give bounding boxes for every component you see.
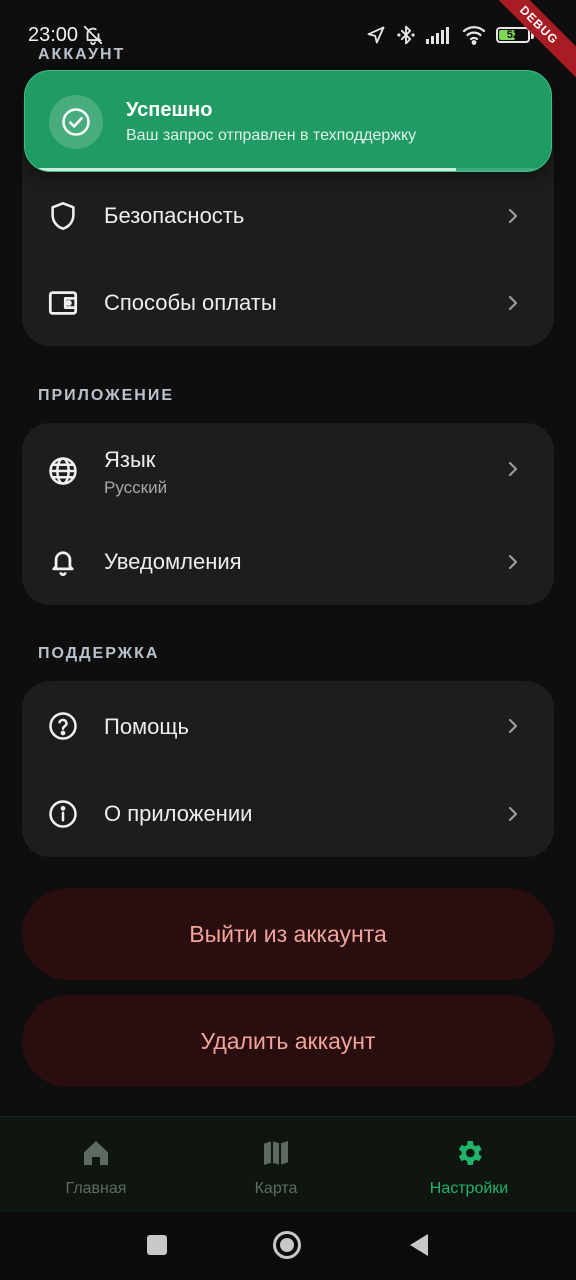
settings-item-label: Язык — [104, 447, 156, 472]
settings-item-label: Способы оплаты — [104, 290, 277, 315]
map-icon — [264, 1141, 288, 1165]
battery-level: 52 — [506, 29, 520, 41]
battery-icon: 52 — [496, 27, 530, 43]
home-icon — [84, 1141, 108, 1165]
shield-icon — [46, 199, 80, 233]
toast-progress-bar — [25, 168, 457, 171]
settings-item-value: Русский — [104, 478, 168, 497]
navigation-icon — [367, 26, 385, 44]
nav-label: Настройки — [429, 1180, 509, 1197]
support-card: Помощь О приложении — [22, 681, 554, 857]
wifi-icon — [462, 26, 486, 45]
section-label-account: АККАУНТ — [38, 46, 126, 63]
nav-item-settings[interactable]: Настройки — [373, 1117, 565, 1213]
globe-icon — [46, 454, 80, 488]
system-navigation-bar — [0, 1212, 576, 1280]
chevron-right-icon — [508, 719, 518, 733]
settings-item-help[interactable]: Помощь — [22, 681, 554, 771]
status-time: 23:00 — [28, 24, 79, 46]
logout-button[interactable]: Выйти из аккаунта — [22, 888, 554, 980]
bottom-navigation: Главная Карта Настройки — [0, 1116, 576, 1212]
recents-icon[interactable] — [146, 1234, 168, 1256]
info-icon — [46, 797, 80, 831]
settings-item-notifications[interactable]: Уведомления — [22, 519, 554, 605]
wallet-icon — [46, 286, 80, 320]
nav-item-home[interactable]: Главная — [0, 1117, 192, 1213]
delete-account-button[interactable]: Удалить аккаунт — [22, 995, 554, 1087]
status-icons: 52 — [366, 24, 534, 46]
back-icon[interactable] — [408, 1233, 430, 1257]
home-circle-icon[interactable] — [272, 1230, 302, 1260]
help-circle-icon — [46, 709, 80, 743]
bluetooth-icon — [397, 25, 415, 45]
settings-item-security[interactable]: Безопасность — [22, 172, 554, 260]
toast-title: Успешно — [126, 99, 213, 121]
section-label-support: ПОДДЕРЖКА — [38, 645, 160, 662]
bell-icon — [46, 545, 80, 579]
success-toast[interactable]: Успешно Ваш запрос отправлен в техподдер… — [24, 70, 552, 172]
app-card: Язык Русский Уведомления — [22, 423, 554, 605]
settings-item-label: Уведомления — [104, 549, 242, 574]
settings-item-language[interactable]: Язык Русский — [22, 423, 554, 519]
settings-item-label: Помощь — [104, 714, 189, 739]
chevron-right-icon — [508, 462, 518, 476]
chevron-right-icon — [508, 555, 518, 569]
settings-item-label: О приложении — [104, 801, 253, 826]
gear-icon — [458, 1141, 482, 1165]
chevron-right-icon — [508, 209, 518, 223]
nav-item-map[interactable]: Карта — [180, 1117, 372, 1213]
settings-item-payment[interactable]: Способы оплаты — [22, 260, 554, 346]
chevron-right-icon — [508, 296, 518, 310]
check-circle-icon — [49, 95, 103, 149]
chevron-right-icon — [508, 807, 518, 821]
signal-icon — [426, 27, 449, 44]
toast-message: Ваш запрос отправлен в техподдержку — [126, 127, 417, 144]
section-label-app: ПРИЛОЖЕНИЕ — [38, 387, 174, 404]
settings-item-about[interactable]: О приложении — [22, 771, 554, 857]
nav-label: Главная — [65, 1180, 127, 1197]
settings-item-label: Безопасность — [104, 203, 245, 228]
nav-label: Карта — [254, 1180, 298, 1197]
